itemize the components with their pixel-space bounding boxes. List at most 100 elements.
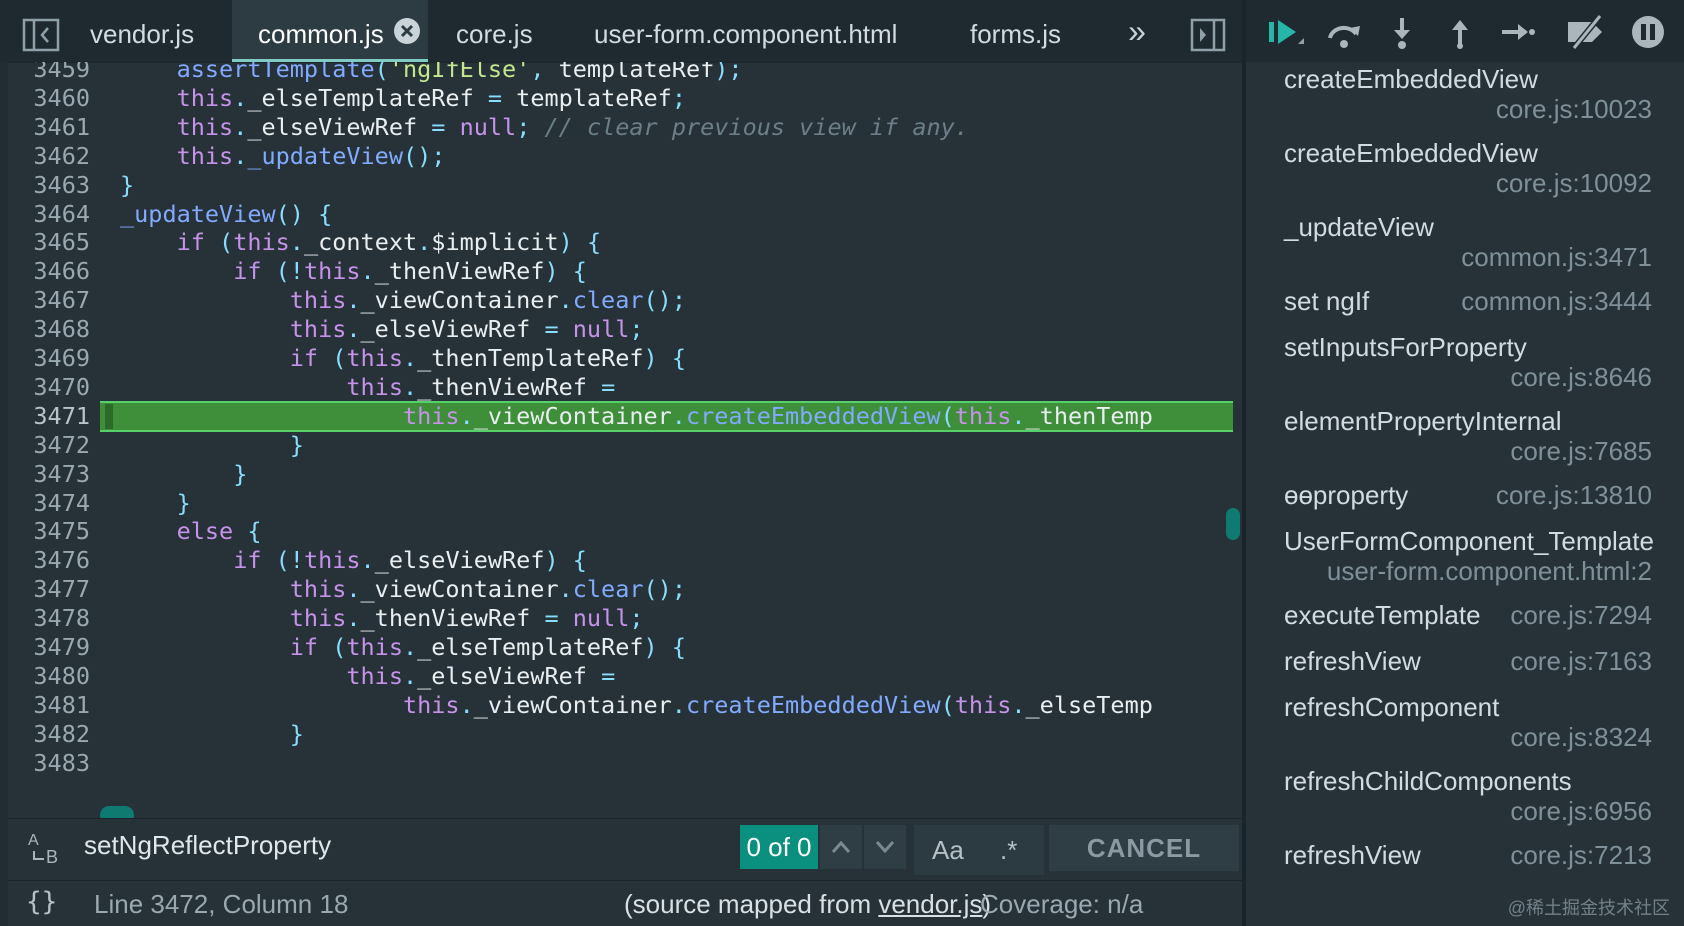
code-editor[interactable]: 3459 assertTemplate('ngIfElse', template… [8, 62, 1242, 808]
code-line[interactable]: 3478 this._thenViewRef = null; [8, 603, 1242, 634]
code-line[interactable]: 3476 if (!this._elseViewRef) { [8, 545, 1242, 576]
code-line[interactable]: 3464 _updateView() { [8, 199, 1242, 230]
tab-core-js[interactable]: core.js [430, 0, 550, 62]
code-line[interactable]: 3463} [8, 170, 1242, 201]
code-text: if (!this._elseViewRef) { [233, 546, 587, 575]
line-number[interactable]: 3460 [8, 83, 90, 114]
step-icon[interactable] [1498, 14, 1538, 50]
code-text: this._thenViewRef = [346, 372, 616, 401]
code-line[interactable]: 3468 this._elseViewRef = null; [8, 314, 1242, 345]
previous-match-button[interactable] [820, 825, 862, 869]
line-number[interactable]: 3478 [8, 603, 90, 634]
code-line[interactable]: 3465 if (this._context.$implicit) { [8, 227, 1242, 258]
current-execution-line[interactable]: 3471 this._viewContainer.createEmbeddedV… [8, 400, 1242, 432]
line-number[interactable]: 3480 [8, 661, 90, 692]
line-number[interactable]: 3476 [8, 545, 90, 576]
line-number[interactable]: 3470 [8, 372, 90, 403]
code-text: this._elseViewRef = null; [289, 315, 644, 344]
frame-location: user-form.component.html:2 [1326, 556, 1652, 586]
line-number[interactable]: 3465 [8, 227, 90, 258]
execution-marker [105, 403, 113, 429]
close-tab-icon[interactable] [394, 18, 420, 44]
regex-toggle[interactable]: .* [1000, 835, 1017, 866]
step-into-icon[interactable] [1382, 14, 1422, 50]
frame-function-name: setInputsForProperty [1284, 332, 1527, 362]
line-number[interactable]: 3475 [8, 516, 90, 547]
line-number[interactable]: 3461 [8, 112, 90, 143]
line-number[interactable]: 3482 [8, 719, 90, 750]
code-line[interactable]: 3460 this._elseTemplateRef = templateRef… [8, 83, 1242, 114]
code-line[interactable]: 3474 } [8, 488, 1242, 519]
code-line[interactable]: 3469 if (this._thenTemplateRef) { [8, 343, 1242, 374]
editor-scrollbar-thumb[interactable] [1226, 508, 1240, 540]
deactivate-breakpoints-icon[interactable] [1564, 14, 1610, 50]
tab-user-form-component-html[interactable]: user-form.component.html [568, 0, 897, 62]
step-out-icon[interactable] [1440, 14, 1480, 50]
line-number[interactable]: 3481 [8, 690, 90, 721]
line-number[interactable]: 3462 [8, 141, 90, 172]
frame-function-name: _updateView [1284, 212, 1434, 242]
line-number[interactable]: 3477 [8, 574, 90, 605]
line-number[interactable]: 3463 [8, 170, 90, 201]
tab-forms-js[interactable]: forms.js [944, 0, 1074, 62]
line-number[interactable]: 3469 [8, 343, 90, 374]
pause-on-exceptions-icon[interactable] [1628, 14, 1668, 50]
tab-label: forms.js [970, 19, 1061, 49]
code-line[interactable]: 3466 if (!this._thenViewRef) { [8, 256, 1242, 287]
code-line[interactable]: 3470 this._thenViewRef = [8, 372, 1242, 403]
line-number[interactable]: 3467 [8, 285, 90, 316]
line-number[interactable]: 3459 [8, 62, 90, 85]
line-number[interactable]: 3483 [8, 748, 90, 779]
line-number[interactable]: 3471 [8, 401, 90, 432]
line-number[interactable]: 3468 [8, 314, 90, 345]
search-input[interactable] [78, 823, 748, 867]
next-match-button[interactable] [864, 825, 906, 869]
source-file-link[interactable]: vendor.js [878, 889, 982, 919]
code-line[interactable]: 3472 } [8, 430, 1242, 461]
code-line[interactable]: 3482 } [8, 719, 1242, 750]
line-number[interactable]: 3466 [8, 256, 90, 287]
tab-common-js[interactable]: common.js [232, 0, 428, 62]
code-line[interactable]: 3480 this._elseViewRef = [8, 661, 1242, 692]
match-case-toggle[interactable]: Aa [932, 835, 964, 866]
search-replace-icon[interactable]: A B [26, 829, 72, 867]
code-line[interactable]: 3467 this._viewContainer.clear(); [8, 285, 1242, 316]
code-line[interactable]: 3475 else { [8, 516, 1242, 547]
pretty-print-icon[interactable]: {} [26, 887, 57, 917]
match-count-badge: 0 of 0 [740, 825, 818, 869]
code-line[interactable]: 3473 } [8, 459, 1242, 490]
frame-location: core.js:8646 [1510, 362, 1652, 392]
code-text: } [289, 430, 304, 459]
code-line[interactable]: 3483 [8, 748, 1242, 779]
code-line[interactable]: 3481 this._viewContainer.createEmbeddedV… [8, 690, 1242, 721]
code-text: if (this._thenTemplateRef) { [289, 344, 686, 372]
code-line[interactable]: 3459 assertTemplate('ngIfElse', template… [8, 62, 1242, 85]
line-number[interactable]: 3474 [8, 488, 90, 519]
line-number[interactable]: 3473 [8, 459, 90, 490]
navigator-toggle-icon[interactable] [22, 18, 60, 52]
code-text: } [233, 459, 248, 488]
step-over-icon[interactable] [1324, 14, 1364, 50]
code-text: if (this._context.$implicit) { [176, 228, 602, 257]
line-number[interactable]: 3479 [8, 632, 90, 663]
tab-vendor-js[interactable]: vendor.js [64, 0, 230, 62]
code-line[interactable]: 3462 this._updateView(); [8, 141, 1242, 172]
debugger-sidebar-toggle-icon[interactable] [1190, 18, 1226, 52]
code-text: else { [176, 517, 262, 546]
resume-icon[interactable] [1266, 14, 1306, 50]
cancel-search-button[interactable]: CANCEL [1049, 825, 1239, 871]
code-line[interactable]: 3479 if (this._elseTemplateRef) { [8, 632, 1242, 663]
line-number[interactable]: 3472 [8, 430, 90, 461]
more-tabs-icon[interactable]: » [1122, 14, 1152, 48]
debugger-toolbar [1246, 0, 1684, 62]
code-line[interactable]: 3461 this._elseViewRef = null; // clear … [8, 112, 1242, 143]
svg-text:A: A [28, 832, 39, 849]
code-text: assertTemplate('ngIfElse', templateRef); [176, 62, 743, 83]
cursor-position[interactable]: Line 3472, Column 18 [94, 889, 348, 920]
watermark: @稀土掘金技术社区 [1507, 898, 1670, 918]
left-gutter [0, 62, 8, 926]
code-line[interactable]: 3477 this._viewContainer.clear(); [8, 574, 1242, 605]
line-number[interactable]: 3464 [8, 199, 90, 230]
code-text: } [289, 719, 304, 748]
svg-text:B: B [46, 847, 58, 867]
